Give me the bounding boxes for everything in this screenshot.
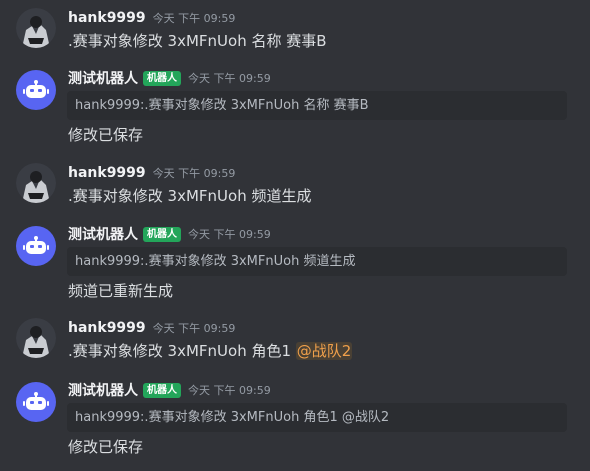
message-content: .赛事对象修改 3xMFnUoh 角色1 @战队2 bbox=[68, 340, 353, 361]
message-content: 频道已重新生成 bbox=[68, 282, 174, 300]
message-item: 测试机器人 机器人 今天 下午 09:59 hank9999:.赛事对象修改 3… bbox=[0, 68, 590, 148]
author-name[interactable]: 测试机器人 bbox=[68, 68, 138, 88]
bot-icon bbox=[23, 392, 49, 410]
role-mention[interactable]: @战队2 bbox=[295, 342, 353, 360]
avatar[interactable] bbox=[16, 163, 56, 203]
author-name[interactable]: hank9999 bbox=[68, 320, 146, 336]
avatar[interactable] bbox=[16, 318, 56, 358]
timestamp: 今天 下午 09:59 bbox=[152, 322, 236, 335]
message-header: hank9999 今天 下午 09:59 bbox=[68, 163, 235, 183]
avatar[interactable] bbox=[16, 70, 56, 110]
message-header: 测试机器人 机器人 今天 下午 09:59 bbox=[68, 224, 271, 244]
reply-quote[interactable]: hank9999:.赛事对象修改 3xMFnUoh 角色1 @战队2 bbox=[67, 403, 567, 432]
author-name[interactable]: 测试机器人 bbox=[68, 380, 138, 400]
message-item: hank9999 今天 下午 09:59 .赛事对象修改 3xMFnUoh 频道… bbox=[0, 163, 590, 205]
avatar[interactable] bbox=[16, 226, 56, 266]
bot-badge: 机器人 bbox=[143, 382, 181, 398]
message-content: 修改已保存 bbox=[68, 438, 144, 456]
timestamp: 今天 下午 09:59 bbox=[152, 12, 236, 25]
message-header: 测试机器人 机器人 今天 下午 09:59 bbox=[68, 380, 271, 400]
message-item: 测试机器人 机器人 今天 下午 09:59 hank9999:.赛事对象修改 3… bbox=[0, 380, 590, 460]
message-item: hank9999 今天 下午 09:59 .赛事对象修改 3xMFnUoh 名称… bbox=[0, 8, 590, 50]
bot-badge: 机器人 bbox=[143, 70, 181, 86]
message-content: .赛事对象修改 3xMFnUoh 频道生成 bbox=[68, 187, 312, 205]
timestamp: 今天 下午 09:59 bbox=[188, 72, 271, 85]
avatar[interactable] bbox=[16, 382, 56, 422]
timestamp: 今天 下午 09:59 bbox=[152, 167, 236, 180]
bot-icon bbox=[23, 80, 49, 98]
user-avatar-icon bbox=[16, 318, 56, 358]
author-name[interactable]: hank9999 bbox=[68, 165, 146, 181]
message-text: .赛事对象修改 3xMFnUoh 角色1 bbox=[68, 342, 292, 360]
timestamp: 今天 下午 09:59 bbox=[188, 228, 271, 241]
bot-icon bbox=[23, 236, 49, 254]
bot-badge: 机器人 bbox=[143, 226, 181, 242]
message-content: .赛事对象修改 3xMFnUoh 名称 赛事B bbox=[68, 32, 327, 50]
user-avatar-icon bbox=[16, 8, 56, 48]
message-header: 测试机器人 机器人 今天 下午 09:59 bbox=[68, 68, 271, 88]
message-item: 测试机器人 机器人 今天 下午 09:59 hank9999:.赛事对象修改 3… bbox=[0, 224, 590, 304]
reply-quote[interactable]: hank9999:.赛事对象修改 3xMFnUoh 名称 赛事B bbox=[67, 91, 567, 120]
reply-quote[interactable]: hank9999:.赛事对象修改 3xMFnUoh 频道生成 bbox=[67, 247, 567, 276]
author-name[interactable]: 测试机器人 bbox=[68, 224, 138, 244]
avatar[interactable] bbox=[16, 8, 56, 48]
message-item: hank9999 今天 下午 09:59 .赛事对象修改 3xMFnUoh 角色… bbox=[0, 318, 590, 361]
timestamp: 今天 下午 09:59 bbox=[188, 384, 271, 397]
message-header: hank9999 今天 下午 09:59 bbox=[68, 318, 235, 338]
author-name[interactable]: hank9999 bbox=[68, 10, 146, 26]
user-avatar-icon bbox=[16, 163, 56, 203]
message-content: 修改已保存 bbox=[68, 126, 144, 144]
message-header: hank9999 今天 下午 09:59 bbox=[68, 8, 235, 28]
